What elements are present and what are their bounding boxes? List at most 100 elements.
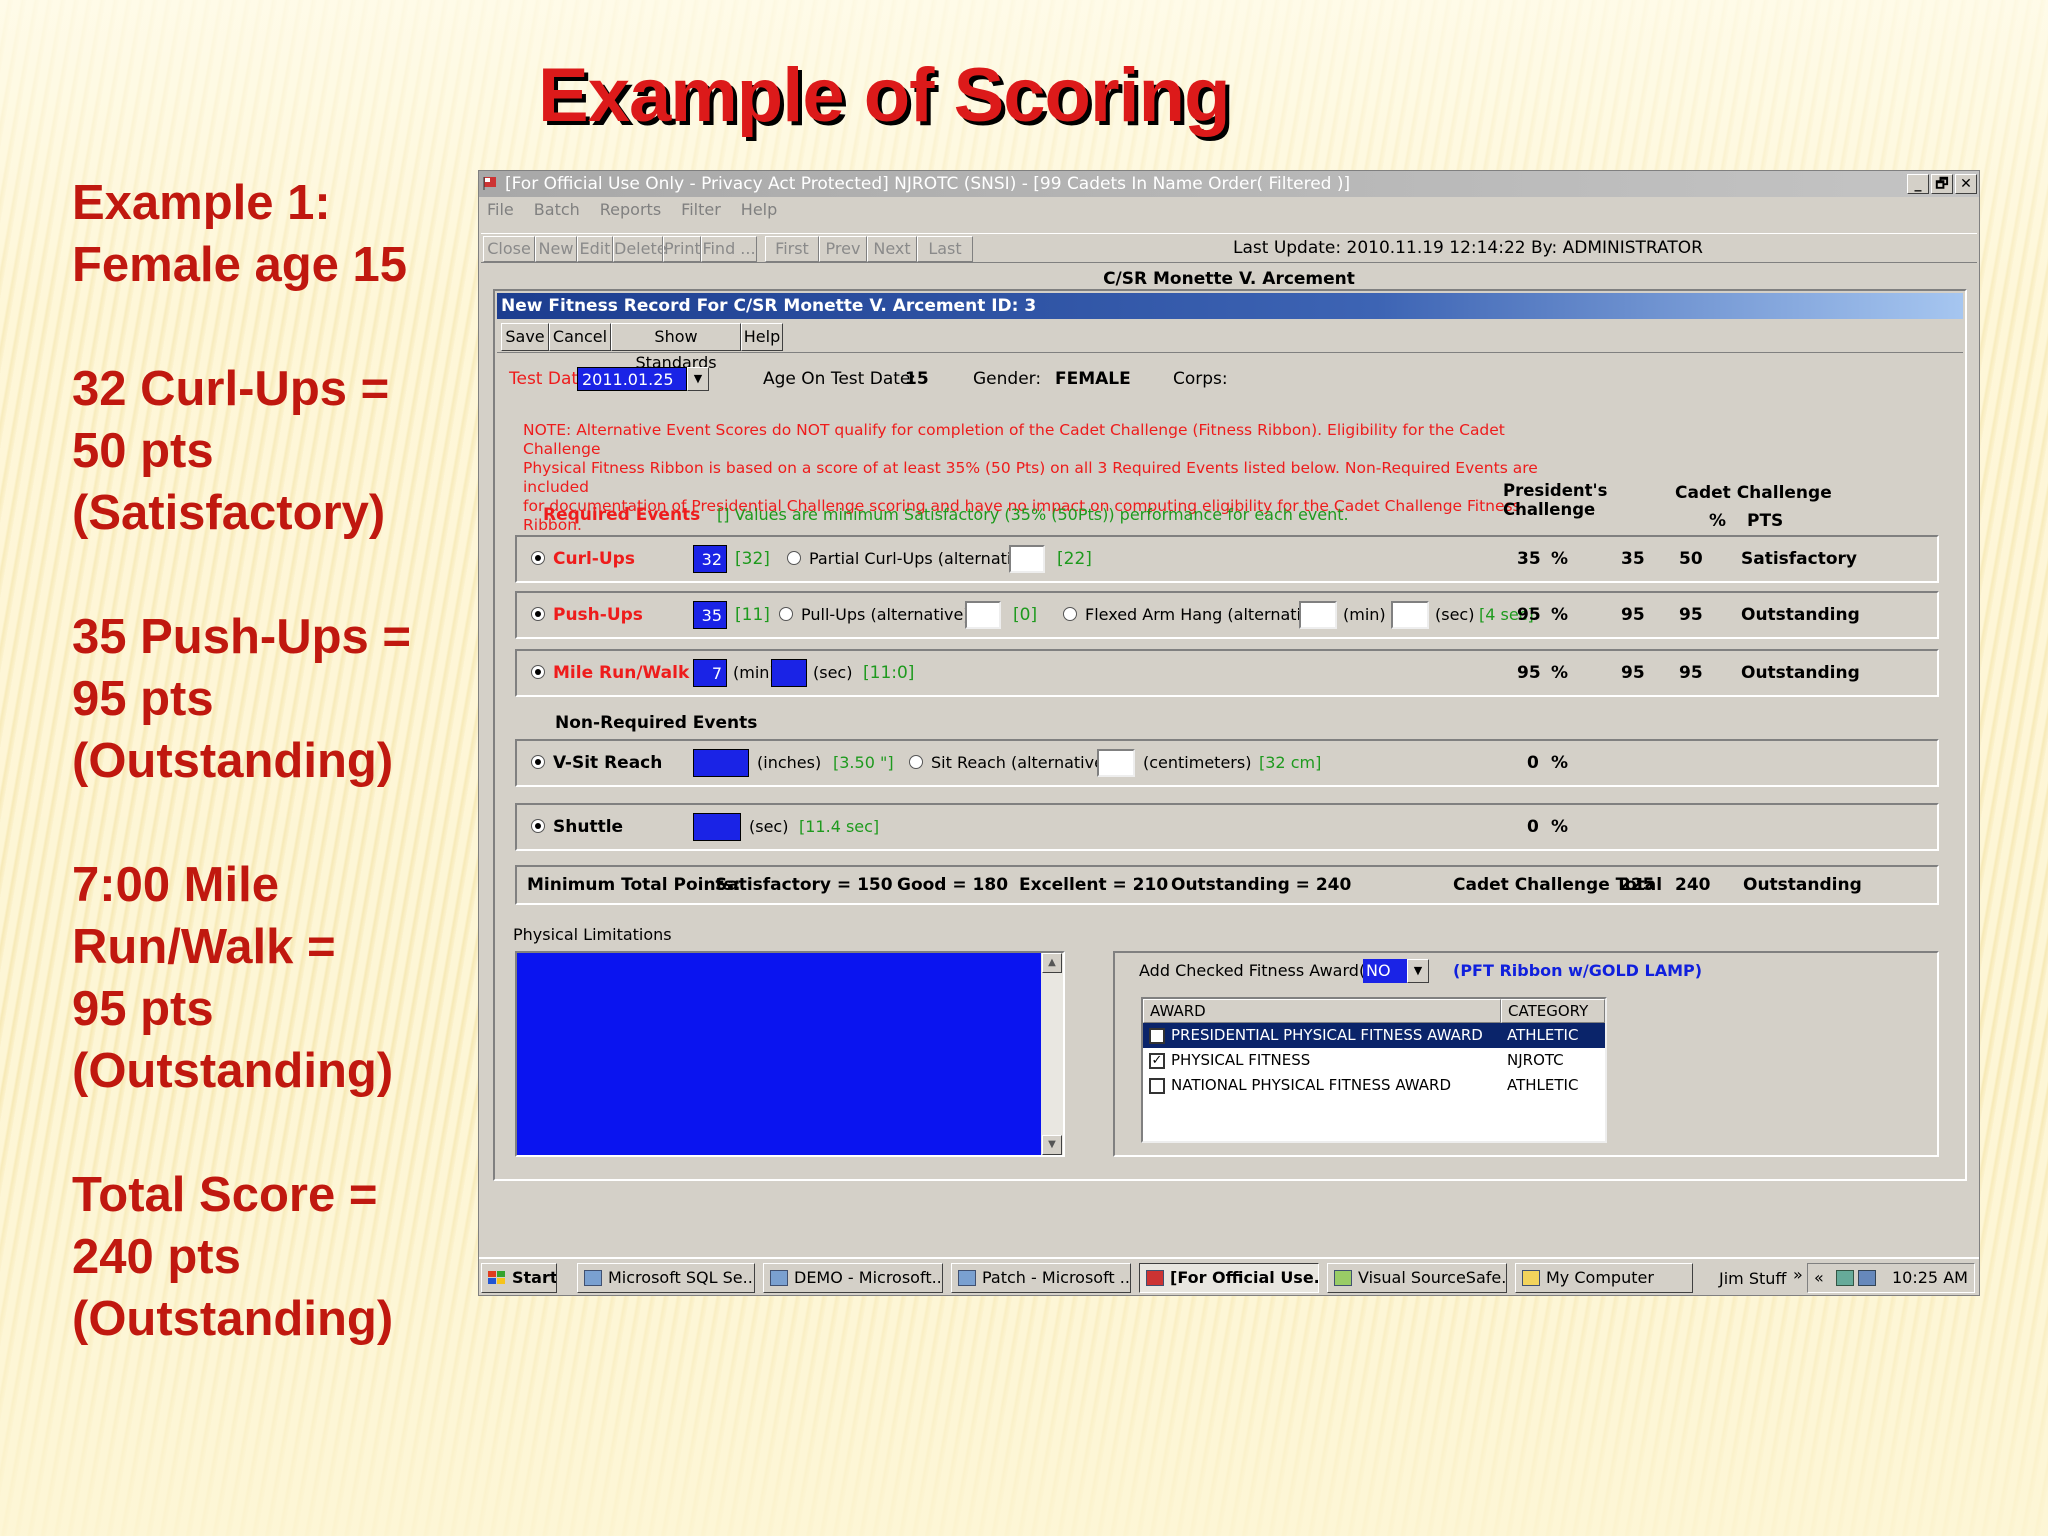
award-checkbox[interactable]	[1149, 1028, 1165, 1044]
sit-reach-radio[interactable]	[909, 755, 923, 769]
shuttle-label: Shuttle	[553, 817, 624, 837]
task-demo[interactable]: DEMO - Microsoft...	[763, 1263, 943, 1293]
toolbar-chevron-icon[interactable]: »	[1793, 1265, 1803, 1284]
mile-run-rating: Outstanding	[1741, 663, 1860, 683]
physical-limitations-text[interactable]	[517, 953, 1043, 1155]
example-line: 95 pts	[72, 672, 214, 726]
shuttle-pres: 0	[1527, 817, 1539, 837]
award-name: PRESIDENTIAL PHYSICAL FITNESS AWARD	[1171, 1026, 1483, 1044]
award-checkbox[interactable]	[1149, 1078, 1165, 1094]
date-dropdown-button[interactable]: ▼	[687, 367, 709, 391]
award-checkbox[interactable]: ✓	[1149, 1053, 1165, 1069]
last-button[interactable]: Last	[917, 236, 973, 262]
award-name: PHYSICAL FITNESS	[1171, 1051, 1311, 1069]
edit-button[interactable]: Edit	[577, 236, 613, 262]
first-button[interactable]: First	[765, 236, 819, 262]
pushups-pts: 95	[1679, 605, 1703, 625]
quick-launch-jim-stuff[interactable]: Jim Stuff	[1719, 1269, 1786, 1288]
start-button[interactable]: Start	[481, 1263, 557, 1293]
test-date-field[interactable]: 2011.01.25	[577, 367, 687, 391]
menu-batch[interactable]: Batch	[534, 200, 580, 219]
shuttle-input[interactable]	[693, 813, 741, 841]
award-row[interactable]: PRESIDENTIAL PHYSICAL FITNESS AWARD ATHL…	[1143, 1023, 1605, 1048]
window-titlebar[interactable]: [For Official Use Only - Privacy Act Pro…	[479, 171, 1979, 197]
gender-label: Gender:	[973, 369, 1042, 389]
award-row[interactable]: NATIONAL PHYSICAL FITNESS AWARD ATHLETIC	[1143, 1073, 1605, 1098]
partial-curlups-input[interactable]	[1009, 545, 1045, 573]
close-window-button[interactable]: ✕	[1955, 174, 1977, 194]
save-button[interactable]: Save	[501, 323, 549, 351]
pullups-radio[interactable]	[779, 607, 793, 621]
partial-curlups-radio[interactable]	[787, 551, 801, 565]
clock: 10:25 AM	[1892, 1268, 1968, 1287]
restore-button[interactable]: 🗗	[1931, 174, 1953, 194]
task-label: DEMO - Microsoft...	[794, 1268, 943, 1287]
shuttle-radio[interactable]	[531, 819, 545, 833]
mile-run-min-input[interactable]: 7	[693, 659, 727, 687]
category-column-header[interactable]: CATEGORY	[1501, 999, 1605, 1023]
menu-help[interactable]: Help	[741, 200, 777, 219]
cancel-button[interactable]: Cancel	[549, 323, 611, 351]
mile-run-pct: 95	[1621, 663, 1645, 683]
mile-run-pres: 95	[1517, 663, 1541, 683]
pushups-label: Push-Ups	[553, 605, 643, 625]
required-hint: [] Values are minimum Satisfactory (35% …	[717, 505, 1349, 524]
curlups-radio[interactable]	[531, 551, 545, 565]
award-column-header[interactable]: AWARD	[1143, 999, 1501, 1023]
pushups-radio[interactable]	[531, 607, 545, 621]
task-official-use[interactable]: [For Official Use...	[1139, 1263, 1319, 1293]
prev-button[interactable]: Prev	[819, 236, 867, 262]
age-label: Age On Test Date:	[763, 369, 917, 389]
pct-sign: %	[1551, 663, 1569, 683]
award-row[interactable]: ✓ PHYSICAL FITNESS NJROTC	[1143, 1048, 1605, 1073]
pullups-input[interactable]	[965, 601, 1001, 629]
example-block-4: 7:00 Mile Run/Walk = 95 pts (Outstanding…	[72, 854, 452, 1102]
sit-reach-input[interactable]	[1097, 749, 1135, 777]
vertical-scrollbar[interactable]: ▲ ▼	[1041, 953, 1063, 1155]
task-my-computer[interactable]: My Computer	[1515, 1263, 1693, 1293]
award-label: Add Checked Fitness Award(s)	[1139, 961, 1380, 980]
curlups-input[interactable]: 32	[693, 545, 727, 573]
flexed-arm-hang-radio[interactable]	[1063, 607, 1077, 621]
vsit-pres: 0	[1527, 753, 1539, 773]
print-button[interactable]: Print	[663, 236, 701, 262]
award-select[interactable]: NO	[1363, 959, 1407, 983]
pullups-label: Pull-Ups (alternative)	[801, 605, 970, 624]
tray-expand-icon[interactable]: «	[1814, 1264, 1824, 1292]
scroll-up-icon[interactable]: ▲	[1042, 953, 1062, 973]
show-standards-button[interactable]: Show Standards	[611, 323, 741, 372]
cadet-name: C/SR Monette V. Arcement	[1103, 269, 1355, 289]
new-button[interactable]: New	[535, 236, 577, 262]
menu-reports[interactable]: Reports	[600, 200, 661, 219]
task-sourcesafe[interactable]: Visual SourceSafe...	[1327, 1263, 1507, 1293]
next-button[interactable]: Next	[867, 236, 917, 262]
close-button[interactable]: Close	[483, 236, 535, 262]
award-category: ATHLETIC	[1507, 1026, 1579, 1044]
network-icon[interactable]	[1836, 1270, 1854, 1286]
task-label: [For Official Use...	[1170, 1268, 1319, 1287]
award-dropdown-button[interactable]: ▼	[1407, 959, 1429, 983]
vsit-radio[interactable]	[531, 755, 545, 769]
physical-limitations-field[interactable]: ▲ ▼	[515, 951, 1065, 1157]
flexed-arm-hang-min-input[interactable]	[1299, 601, 1337, 629]
minimize-button[interactable]: _	[1907, 174, 1929, 194]
task-label: Patch - Microsoft ...	[982, 1268, 1131, 1287]
pushups-input[interactable]: 35	[693, 601, 727, 629]
menu-file[interactable]: File	[487, 200, 514, 219]
mile-run-radio[interactable]	[531, 665, 545, 679]
task-patch[interactable]: Patch - Microsoft ...	[951, 1263, 1131, 1293]
mile-run-sec-input[interactable]	[771, 659, 807, 687]
example-line: Female age 15	[72, 238, 408, 292]
flexed-arm-hang-sec-input[interactable]	[1391, 601, 1429, 629]
scroll-down-icon[interactable]: ▼	[1042, 1135, 1062, 1155]
app-window-icon	[770, 1270, 788, 1286]
monitor-icon[interactable]	[1858, 1270, 1876, 1286]
total-pts: 240	[1675, 875, 1711, 895]
menu-filter[interactable]: Filter	[681, 200, 721, 219]
mile-run-label: Mile Run/Walk	[553, 663, 690, 683]
vsit-input[interactable]	[693, 749, 749, 777]
task-sql[interactable]: Microsoft SQL Se...	[577, 1263, 755, 1293]
delete-button[interactable]: Delete	[613, 236, 667, 262]
find-button[interactable]: Find ...	[701, 236, 757, 262]
help-button[interactable]: Help	[741, 323, 783, 351]
